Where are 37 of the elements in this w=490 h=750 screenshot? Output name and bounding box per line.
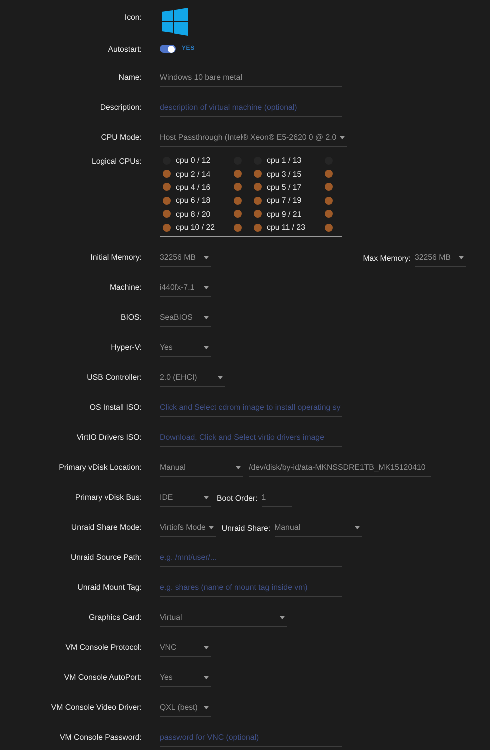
caret-icon (204, 346, 209, 350)
cpu-checkbox[interactable] (254, 210, 262, 218)
toggle-switch[interactable] (160, 45, 176, 53)
caret-icon (204, 706, 209, 710)
cpu-checkbox[interactable] (163, 224, 171, 232)
cpu-checkbox[interactable] (163, 183, 171, 192)
cpu-checkbox[interactable] (325, 196, 333, 205)
cpu-checkbox[interactable] (254, 183, 262, 192)
cpu-checkbox[interactable] (163, 170, 171, 178)
caret-icon (204, 256, 209, 260)
cpu-checkbox[interactable] (325, 183, 333, 192)
caret-icon (354, 526, 360, 530)
caret-icon (204, 316, 209, 320)
caret-icon (204, 646, 209, 650)
caret-icon (204, 286, 209, 290)
caret-icon (340, 136, 345, 140)
cpu-checkbox[interactable] (325, 224, 333, 232)
cpu-checkbox[interactable] (254, 196, 262, 205)
cpu-checkbox[interactable] (325, 210, 333, 218)
cpu-checkbox[interactable] (234, 224, 242, 232)
cpu-checkbox[interactable] (234, 210, 242, 218)
caret-icon (204, 676, 209, 680)
cpu-checkbox[interactable] (163, 196, 171, 205)
caret-icon (236, 466, 241, 470)
windows-logo-icon[interactable] (162, 8, 188, 36)
cpu-checkbox[interactable] (254, 170, 262, 178)
cpu-checkbox[interactable] (325, 170, 333, 178)
cpu-checkbox[interactable] (254, 224, 262, 232)
cpu-checkbox[interactable] (234, 183, 242, 192)
cpu-checkbox[interactable] (234, 170, 242, 178)
caret-icon (280, 616, 285, 620)
caret-icon (204, 496, 209, 500)
caret-icon (459, 256, 464, 260)
cpu-checkbox[interactable] (234, 196, 242, 205)
caret-icon (218, 376, 223, 380)
cpu-checkbox[interactable] (163, 210, 171, 218)
caret-icon (208, 526, 214, 530)
